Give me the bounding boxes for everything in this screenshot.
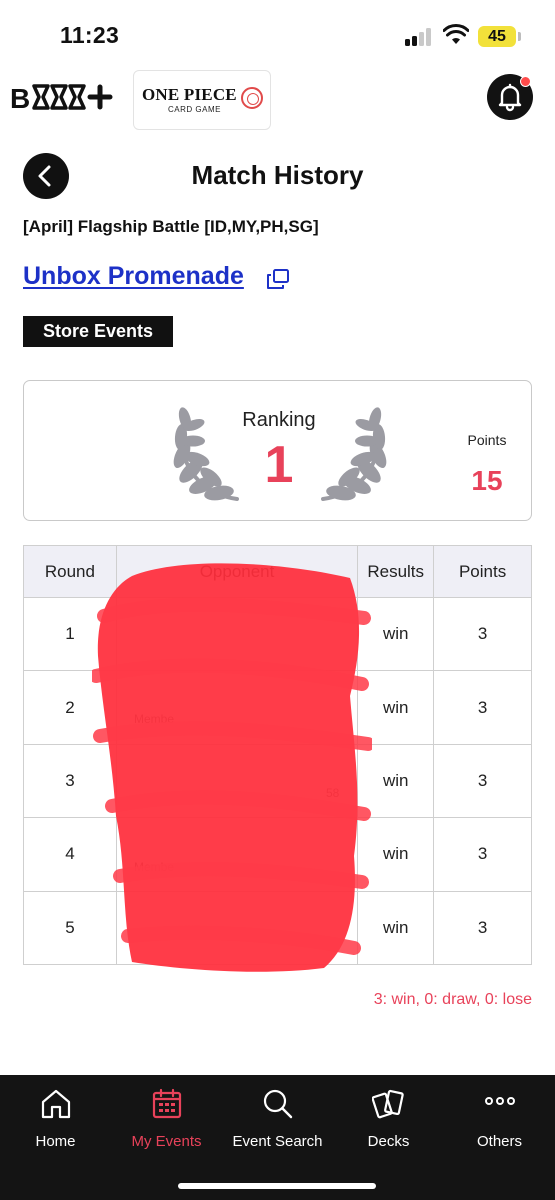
one-piece-card-game-logo[interactable]: ONE PIECE CARD GAME bbox=[133, 70, 271, 130]
opponent-cell[interactable] bbox=[115, 670, 359, 745]
cards-icon bbox=[371, 1089, 404, 1119]
opponent-subtext: 58 bbox=[326, 786, 340, 800]
notification-badge bbox=[520, 76, 531, 87]
ranking-card: Ranking 1 Points 15 bbox=[23, 380, 532, 521]
results-summary: 3: win, 0: draw, 0: lose bbox=[373, 991, 532, 1008]
points-cell: 3 bbox=[433, 817, 532, 892]
calendar-icon bbox=[152, 1088, 181, 1119]
round-cell: 4 bbox=[23, 817, 117, 892]
result-cell: win bbox=[357, 817, 435, 892]
brand-logo-letter: B bbox=[10, 83, 30, 114]
laurel-right-icon bbox=[321, 407, 387, 501]
status-bar: 11:23 45 bbox=[0, 0, 555, 64]
table-row: 2 win 3 bbox=[23, 670, 532, 745]
table-header-row: Round Opponent Results Points bbox=[23, 545, 532, 598]
round-cell: 5 bbox=[23, 890, 117, 965]
store-name-link[interactable]: Unbox Promenade bbox=[23, 262, 244, 291]
points-cell: 3 bbox=[433, 890, 532, 965]
opponent-subtext: Membe bbox=[134, 860, 175, 874]
wifi-icon bbox=[443, 24, 469, 44]
battery-tip bbox=[518, 32, 521, 41]
cellular-signal-icon bbox=[405, 28, 435, 46]
more-icon bbox=[484, 1097, 515, 1105]
nav-others-label: Others bbox=[476, 1133, 522, 1150]
opponent-subtext: Membe bbox=[134, 712, 175, 726]
table-row: 1 win 3 bbox=[23, 596, 532, 672]
nav-my-events-label: My Events bbox=[131, 1133, 202, 1150]
result-cell: win bbox=[357, 670, 435, 745]
app-header: B ONE PIECE CARD GAME bbox=[0, 64, 555, 134]
header-round: Round bbox=[23, 545, 117, 598]
nav-my-events[interactable]: My Events bbox=[111, 1087, 222, 1167]
nav-event-search-label: Event Search bbox=[232, 1133, 323, 1150]
category-badge: Store Events bbox=[23, 316, 173, 347]
home-icon bbox=[41, 1089, 70, 1119]
nav-others[interactable]: Others bbox=[444, 1087, 555, 1167]
header-points: Points bbox=[433, 545, 532, 598]
logo-subtitle: CARD GAME bbox=[168, 105, 221, 114]
external-link-icon[interactable] bbox=[266, 268, 290, 290]
points-cell: 3 bbox=[433, 596, 532, 672]
table-row: 4 win 3 bbox=[23, 817, 532, 892]
bottom-navigation: Home My Events Event Search Decks Others bbox=[0, 1075, 555, 1200]
result-cell: win bbox=[357, 743, 435, 819]
points-label: Points bbox=[467, 432, 507, 448]
opponent-cell[interactable] bbox=[115, 596, 359, 672]
battery-indicator: 45 bbox=[478, 26, 516, 47]
event-name: [April] Flagship Battle [ID,MY,PH,SG] bbox=[23, 217, 319, 236]
bandai-logo[interactable]: B bbox=[10, 80, 114, 114]
opponent-cell[interactable] bbox=[115, 817, 359, 892]
points-cell: 3 bbox=[433, 670, 532, 745]
result-cell: win bbox=[357, 596, 435, 672]
points-cell: 3 bbox=[433, 743, 532, 819]
opponent-cell[interactable] bbox=[115, 890, 359, 965]
logo-title: ONE PIECE bbox=[142, 85, 237, 104]
nav-home[interactable]: Home bbox=[0, 1087, 111, 1167]
page-title: Match History bbox=[191, 160, 364, 190]
round-cell: 2 bbox=[23, 670, 117, 745]
round-cell: 3 bbox=[23, 743, 117, 819]
round-cell: 1 bbox=[23, 596, 117, 672]
home-indicator bbox=[178, 1183, 376, 1189]
logo-ring-icon bbox=[241, 87, 263, 109]
nav-home-label: Home bbox=[35, 1133, 76, 1150]
search-icon bbox=[263, 1089, 292, 1119]
status-time: 11:23 bbox=[60, 22, 120, 48]
nav-event-search[interactable]: Event Search bbox=[222, 1087, 333, 1167]
header-results: Results bbox=[357, 545, 435, 598]
table-row: 5 win 3 bbox=[23, 890, 532, 965]
opponent-cell[interactable] bbox=[115, 743, 359, 819]
nav-decks[interactable]: Decks bbox=[333, 1087, 444, 1167]
match-history-table: Round Opponent Results Points 1 win 3 2 … bbox=[23, 545, 532, 965]
nav-decks-label: Decks bbox=[367, 1133, 410, 1150]
table-row: 3 win 3 bbox=[23, 743, 532, 819]
points-value: 15 bbox=[471, 465, 503, 496]
header-opponent: Opponent bbox=[115, 545, 359, 598]
result-cell: win bbox=[357, 890, 435, 965]
